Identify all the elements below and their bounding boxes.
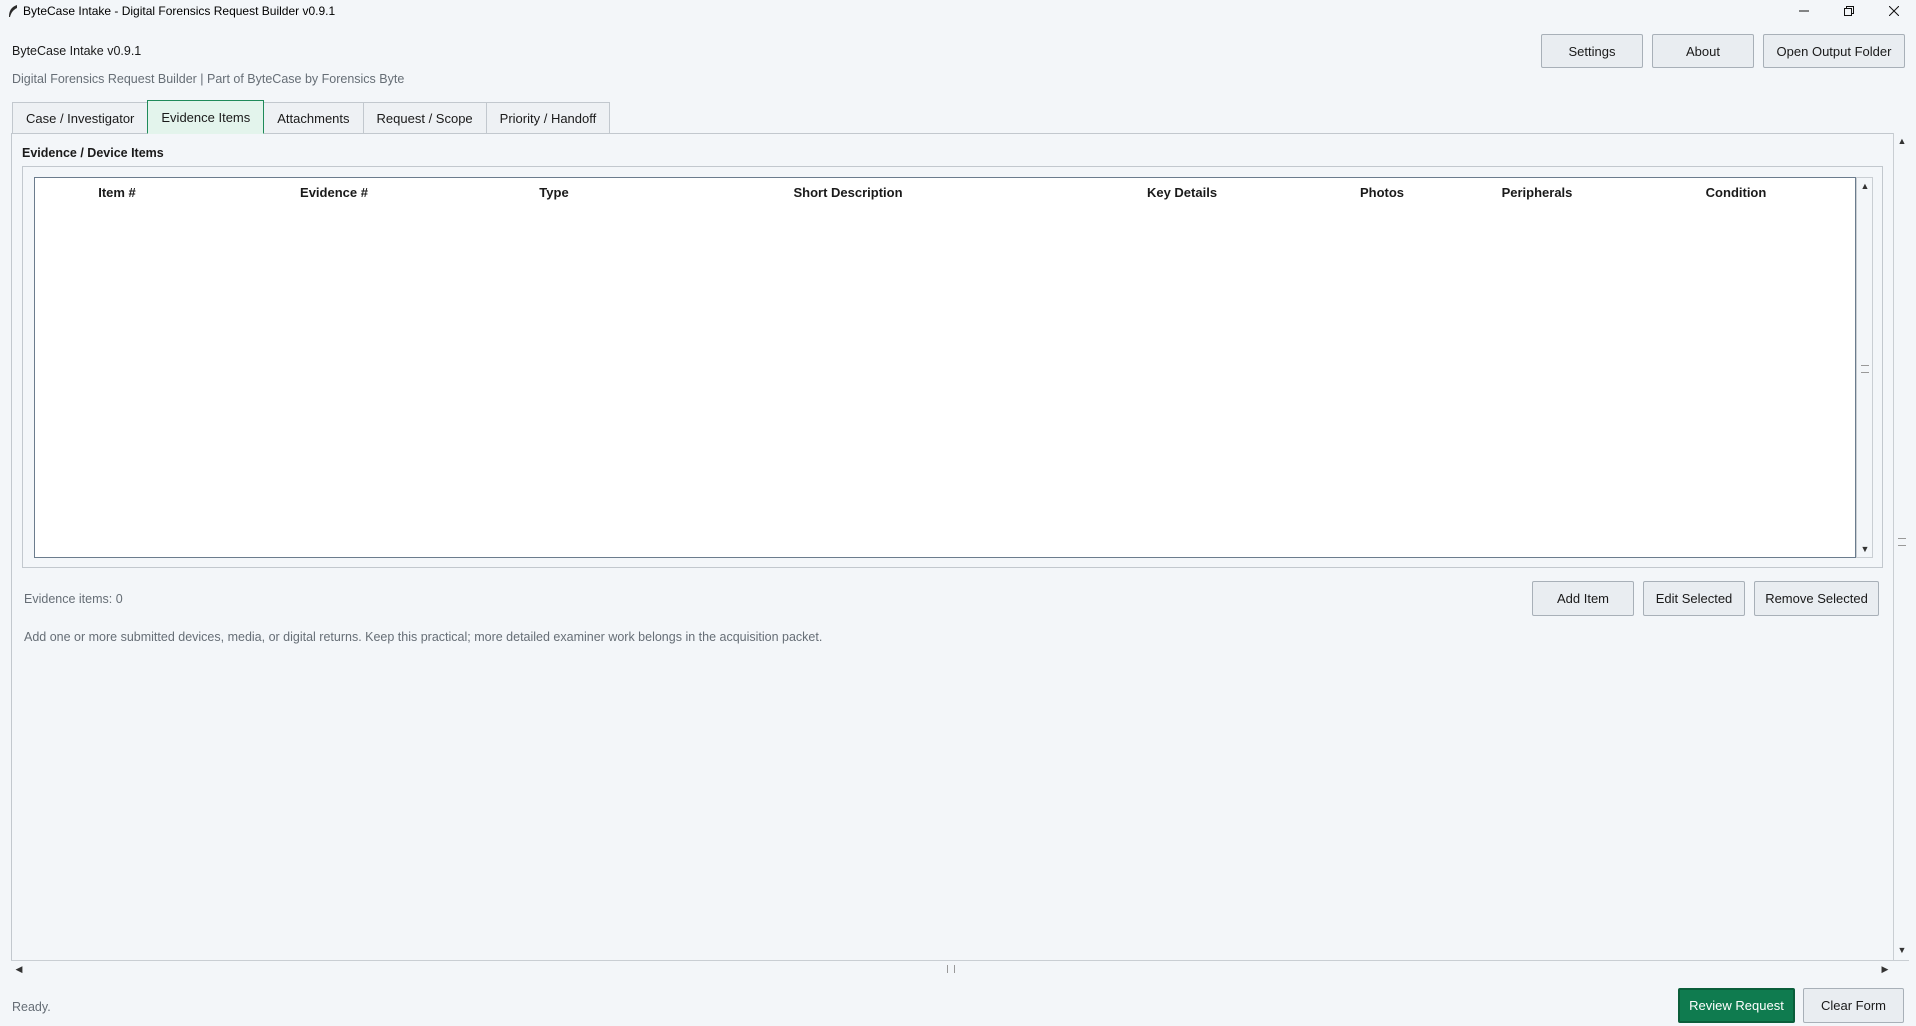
tab-evidence-items[interactable]: Evidence Items [147,100,265,134]
add-item-button[interactable]: Add Item [1532,581,1634,616]
column-header-item-number[interactable]: Item # [35,178,199,206]
settings-button[interactable]: Settings [1541,34,1643,68]
column-header-peripherals[interactable]: Peripherals [1457,178,1617,206]
scroll-down-icon[interactable]: ▼ [1857,541,1873,557]
tab-request-scope[interactable]: Request / Scope [362,102,487,134]
open-output-folder-button[interactable]: Open Output Folder [1763,34,1905,68]
scroll-grip-icon [1898,538,1906,546]
restore-icon [1843,6,1854,16]
tab-attachments[interactable]: Attachments [263,102,364,134]
tab-priority-handoff[interactable]: Priority / Handoff [485,102,611,134]
column-header-key-details[interactable]: Key Details [1057,178,1307,206]
column-header-condition[interactable]: Condition [1617,178,1855,206]
close-icon [1888,6,1899,16]
app-name: ByteCase Intake v0.9.1 [12,44,142,58]
scroll-right-icon[interactable]: ▶ [1877,961,1893,977]
column-header-photos[interactable]: Photos [1307,178,1457,206]
minimize-button[interactable] [1781,0,1826,22]
remove-selected-button[interactable]: Remove Selected [1754,581,1879,616]
evidence-group-title: Evidence / Device Items [22,146,164,160]
scroll-left-icon[interactable]: ◀ [11,961,27,977]
tab-case-investigator[interactable]: Case / Investigator [12,102,149,134]
restore-button[interactable] [1826,0,1871,22]
page-vertical-scrollbar[interactable]: ▲ ▼ [1893,133,1909,960]
review-request-button[interactable]: Review Request [1678,988,1795,1023]
column-header-short-description[interactable]: Short Description [639,178,1057,206]
scroll-down-icon[interactable]: ▼ [1894,942,1910,958]
scroll-up-icon[interactable]: ▲ [1894,133,1910,149]
column-header-evidence-number[interactable]: Evidence # [199,178,469,206]
clear-form-button[interactable]: Clear Form [1803,988,1904,1023]
status-text: Ready. [12,1000,51,1014]
evidence-help-text: Add one or more submitted devices, media… [24,630,823,644]
minimize-icon [1798,10,1809,12]
scroll-up-icon[interactable]: ▲ [1857,178,1873,194]
close-button[interactable] [1871,0,1916,22]
evidence-count: Evidence items: 0 [24,592,123,606]
feather-icon [5,3,21,19]
window-title: ByteCase Intake - Digital Forensics Requ… [23,4,336,18]
window-controls [1781,0,1916,22]
evidence-table[interactable]: Item # Evidence # Type Short Description… [34,177,1856,558]
scroll-grip-icon [947,965,955,973]
app-subtitle: Digital Forensics Request Builder | Part… [12,72,405,86]
column-header-type[interactable]: Type [469,178,639,206]
evidence-table-scrollbar[interactable]: ▲ ▼ [1856,177,1873,558]
page-horizontal-scrollbar[interactable]: ◀ ▶ [11,960,1909,976]
edit-selected-button[interactable]: Edit Selected [1643,581,1745,616]
scroll-grip-icon [1861,365,1869,373]
title-bar: ByteCase Intake - Digital Forensics Requ… [0,0,1916,22]
evidence-table-header: Item # Evidence # Type Short Description… [35,178,1855,206]
tab-bar: Case / Investigator Evidence Items Attac… [12,100,611,134]
about-button[interactable]: About [1652,34,1754,68]
